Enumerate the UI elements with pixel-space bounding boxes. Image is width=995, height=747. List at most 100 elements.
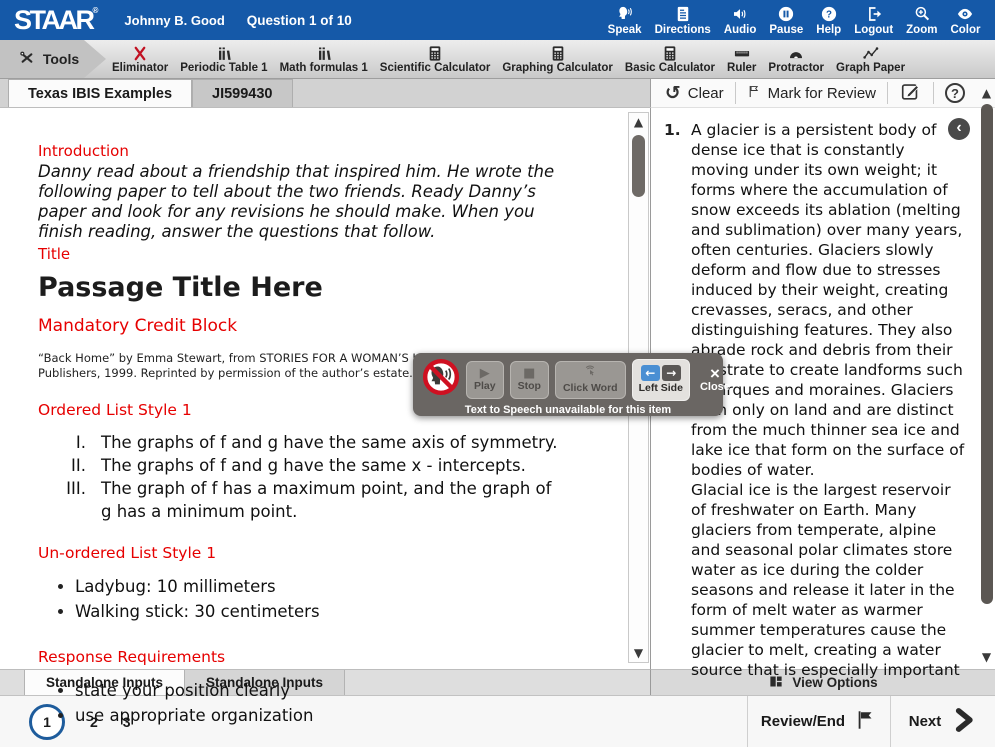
ruler-icon: [730, 45, 754, 62]
review-end-button[interactable]: Review/End: [748, 696, 890, 747]
tool-graph-paper[interactable]: Graph Paper: [830, 40, 911, 78]
undo-icon: ↺: [665, 84, 681, 103]
item-help-button[interactable]: ?: [945, 83, 965, 103]
clear-button[interactable]: ↺ Clear: [665, 84, 724, 103]
scroll-up-icon[interactable]: ▲: [634, 113, 643, 131]
list-item: III. The graph of f has a maximum point,…: [38, 477, 572, 523]
main-content: Introduction Danny read about a friendsh…: [0, 108, 995, 669]
tool-protractor[interactable]: Protractor: [762, 40, 830, 78]
arrow-right-icon[interactable]: →: [662, 365, 681, 381]
question-paragraph: Glacial ice is the largest reservoir of …: [691, 480, 965, 680]
play-button[interactable]: ▶ Play: [466, 361, 504, 399]
svg-text:?: ?: [826, 9, 832, 20]
eliminator-x-icon: [128, 45, 152, 62]
tool-eliminator[interactable]: Eliminator: [106, 40, 174, 78]
divider: [735, 82, 736, 104]
audio-button[interactable]: Audio: [717, 5, 763, 36]
question-paragraph: A glacier is a persistent body of dense …: [691, 120, 965, 480]
click-word-icon: [580, 365, 600, 382]
arrow-left-icon[interactable]: ←: [641, 365, 660, 381]
notes-button[interactable]: [899, 80, 922, 106]
question-toolbar: ↺ Clear Mark for Review ?: [650, 79, 995, 108]
scroll-down-icon[interactable]: ▼: [982, 648, 991, 666]
stop-icon: ■: [523, 367, 535, 380]
calculator-icon: [546, 45, 570, 62]
audio-icon: [729, 5, 751, 23]
passage-content: Introduction Danny read about a friendsh…: [0, 108, 650, 728]
help-icon: ?: [818, 5, 840, 23]
tools-tab[interactable]: Tools: [0, 40, 106, 78]
speak-icon: [614, 5, 636, 23]
pause-button[interactable]: Pause: [763, 5, 810, 36]
question-text: A glacier is a persistent body of dense …: [691, 120, 965, 680]
logout-button[interactable]: Logout: [848, 5, 900, 36]
color-button[interactable]: Color: [944, 5, 987, 36]
top-header: STAAR® Johnny B. Good Question 1 of 10 S…: [0, 0, 995, 40]
scroll-down-icon[interactable]: ▼: [634, 644, 643, 662]
scrollbar-thumb[interactable]: [632, 135, 645, 197]
flag-icon: [747, 83, 761, 104]
tool-basic-calculator[interactable]: Basic Calculator: [619, 40, 721, 78]
reference-sheet-icon: [212, 45, 236, 62]
title-heading: Title: [38, 244, 572, 264]
help-button[interactable]: ? Help: [810, 5, 848, 36]
protractor-icon: [784, 45, 808, 62]
mark-for-review-button[interactable]: Mark for Review: [747, 83, 876, 104]
click-word-button[interactable]: Click Word: [555, 361, 626, 399]
unordered-list: Ladybug: 10 millimeters Walking stick: 3…: [38, 574, 572, 624]
tool-scientific-calculator[interactable]: Scientific Calculator: [374, 40, 497, 78]
question-scrollbar[interactable]: ▲ ▼: [979, 84, 994, 666]
text-to-speech-toolbar: ▶ Play ■ Stop Click Word ← → Left Side: [413, 353, 723, 416]
collapse-panel-button[interactable]: ‹: [948, 118, 970, 140]
requirements-list: state your position clearly use appropri…: [38, 678, 572, 728]
requirements-heading: Response Requirements: [38, 648, 572, 666]
next-button[interactable]: Next: [891, 696, 995, 747]
tools-icon: [17, 49, 37, 70]
scrollbar-thumb[interactable]: [981, 104, 993, 604]
tts-status-message: Text to Speech unavailable for this item: [422, 404, 714, 416]
edit-note-icon: [899, 80, 922, 106]
chevron-right-icon: [951, 707, 977, 737]
reference-sheet-icon: [312, 45, 336, 62]
question-mark-icon: ?: [951, 86, 959, 101]
close-icon: ×: [710, 367, 720, 381]
stop-button[interactable]: ■ Stop: [510, 361, 549, 399]
side-arrows: ← →: [641, 365, 681, 381]
tool-graphing-calculator[interactable]: Graphing Calculator: [496, 40, 619, 78]
speech-unavailable-icon: [422, 358, 460, 401]
graph-paper-icon: [859, 45, 883, 62]
passage-title: Passage Title Here: [38, 272, 572, 303]
list-item: use appropriate organization: [58, 703, 572, 728]
scroll-up-icon[interactable]: ▲: [982, 84, 991, 102]
staar-logo: STAAR®: [14, 7, 98, 34]
tool-math-formulas[interactable]: Math formulas 1: [274, 40, 374, 78]
directions-button[interactable]: Directions: [648, 5, 717, 36]
tts-close-button[interactable]: × Close: [700, 367, 730, 393]
passage-tab-texas-ibis-examples[interactable]: Texas IBIS Examples: [8, 79, 192, 107]
list-item: I. The graphs of f and g have the same a…: [38, 431, 572, 454]
list-item: II. The graphs of f and g have the same …: [38, 454, 572, 477]
user-name: Johnny B. Good: [124, 13, 224, 28]
play-icon: ▶: [480, 367, 490, 380]
left-side-toggle[interactable]: ← → Left Side: [632, 359, 690, 401]
divider: [887, 82, 888, 104]
registered-mark: ®: [93, 6, 99, 15]
tool-ruler[interactable]: Ruler: [721, 40, 762, 78]
calculator-icon: [658, 45, 682, 62]
flag-icon: [855, 709, 877, 735]
logout-icon: [863, 5, 885, 23]
color-eye-icon: [954, 5, 976, 23]
tts-button-row: ▶ Play ■ Stop Click Word ← → Left Side: [422, 358, 714, 401]
directions-icon: [672, 5, 694, 23]
zoom-button[interactable]: Zoom: [900, 5, 944, 36]
chevron-left-icon: ‹: [956, 119, 961, 137]
tools-toolbar: Tools Eliminator Periodic Table 1 Math f…: [0, 40, 995, 79]
tool-periodic-table[interactable]: Periodic Table 1: [174, 40, 273, 78]
passage-tab-ji599430[interactable]: JI599430: [192, 79, 292, 107]
speak-button[interactable]: Speak: [601, 5, 648, 36]
passage-tabs: Texas IBIS Examples JI599430: [0, 79, 650, 108]
intro-text: Danny read about a friendship that inspi…: [38, 162, 572, 242]
pause-icon: [775, 5, 797, 23]
staar-test-window: STAAR® Johnny B. Good Question 1 of 10 S…: [0, 0, 995, 747]
zoom-icon: [911, 5, 933, 23]
